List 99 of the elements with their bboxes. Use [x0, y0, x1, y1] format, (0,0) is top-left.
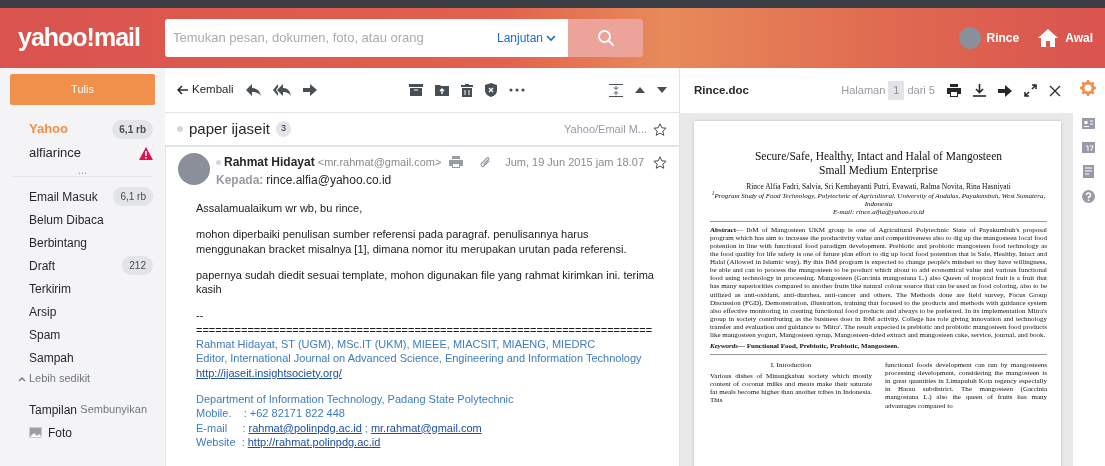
back-button[interactable]: Kembali	[177, 84, 234, 96]
message-date: Jum, 19 Jun 2015 jam 18.07	[505, 154, 644, 170]
signature-link[interactable]: rahmat@polinpdg.ac.id	[248, 420, 362, 435]
left-arrow-icon	[177, 85, 189, 95]
views-heading: Tampilan	[29, 401, 78, 419]
calendar-icon[interactable]	[1081, 141, 1095, 153]
avatar-photo	[178, 153, 210, 185]
view-item[interactable]: Foto	[0, 421, 165, 444]
home-link[interactable]: Awal	[1037, 28, 1093, 48]
notepad-icon[interactable]	[1082, 165, 1094, 178]
shield-icon[interactable]	[485, 83, 497, 97]
folder-item[interactable]: Draft 212	[0, 254, 165, 277]
hide-views-button[interactable]: Sembunyikan	[80, 404, 147, 415]
folder-item[interactable]: Email Masuk 6,1 rb	[0, 185, 165, 208]
page-label: Halaman	[841, 83, 886, 99]
body-paragraph: papernya sudah diedit sesuai template, mohon digunakan file yang rahmat kirimkan ini. terima kasih	[196, 267, 655, 297]
signature-text: Editor, International Journal on Advanced Science, Engineering and Information Technology	[196, 351, 642, 366]
folder-item[interactable]: Sampah	[0, 346, 165, 369]
body-paragraph: mohon diperbaiki penulisan sumber referensi pada paragraf. penulisannya harus menggunakan bracket misalnya [1], dimana nomor itu merupakan urutan pada referensi.	[196, 227, 628, 256]
folder-name: Belum Dibaca	[29, 211, 104, 229]
contact-card-icon[interactable]	[1081, 118, 1095, 129]
sender-email: <mr.rahmat@gmail.com>	[317, 154, 442, 170]
dot-icon	[216, 159, 221, 165]
sender-name: Rahmat Hidayat	[224, 154, 315, 171]
folder-name: Arsip	[29, 303, 57, 321]
forward-icon[interactable]	[302, 84, 317, 96]
message-count: 3	[275, 121, 291, 137]
collapse-icon[interactable]	[609, 83, 623, 97]
recipient-email: rince.alfia@yahoo.co.id	[266, 172, 392, 189]
file-name: Rince.doc	[694, 82, 749, 98]
print-icon[interactable]	[947, 84, 961, 97]
paperclip-icon[interactable]	[479, 156, 492, 168]
chevron-up-icon	[18, 375, 26, 382]
logo[interactable]: yahoo!mail	[0, 19, 165, 57]
user-menu[interactable]: Rince	[958, 27, 1020, 49]
expand-icon[interactable]	[1024, 84, 1037, 97]
reply-all-icon[interactable]	[272, 84, 291, 96]
help-icon[interactable]	[1081, 190, 1095, 203]
account-item[interactable]: Yahoo 6,1 rb	[0, 117, 165, 141]
folder-name: Email Masuk	[29, 188, 98, 206]
page-total: dari 5	[907, 83, 935, 99]
signature-text: --	[196, 308, 204, 323]
folder-item[interactable]: Berbintang	[0, 231, 165, 254]
body-paragraph: Assalamualaikum wr wb, bu rince,	[196, 201, 364, 216]
signature-link[interactable]: http://rahmat.polinpdg.ac.id	[247, 434, 381, 450]
home-icon	[1037, 28, 1060, 48]
reply-icon[interactable]	[245, 84, 261, 96]
folder-item[interactable]: Belum Dibaca	[0, 208, 165, 231]
signature-link[interactable]: http://ijaseit.insightsociety.org/	[196, 365, 342, 380]
folder-name: Draft	[29, 257, 55, 275]
chevron-down-icon	[546, 34, 556, 42]
advanced-search-button[interactable]: Lanjutan	[490, 28, 562, 48]
down-arrow-icon[interactable]	[657, 87, 667, 93]
download-icon[interactable]	[973, 84, 986, 97]
thread-subject: paper ijaseit	[189, 118, 270, 139]
folder-item[interactable]: Spam	[0, 323, 165, 346]
move-folder-icon[interactable]	[435, 84, 449, 96]
star-button[interactable]	[653, 155, 667, 169]
folder-label: Yahoo/Email M...	[564, 121, 647, 137]
signature-text: =======================================================================	[196, 322, 653, 338]
search-field[interactable]: Temukan pesan, dokumen, foto, atau orang Lanjutan	[165, 19, 568, 57]
account-name: alfiarince	[29, 144, 82, 163]
photo-icon	[29, 427, 42, 438]
folder-name: Sampah	[29, 349, 74, 367]
folder-name: Terkirim	[29, 280, 71, 298]
account-item[interactable]: alfiarince	[0, 141, 165, 165]
signature-text: E-mail :	[196, 420, 246, 435]
user-avatar	[958, 27, 981, 49]
signature-link[interactable]: mr.rahmat@gmail.com	[370, 420, 482, 435]
account-name: Yahoo	[29, 120, 68, 139]
signature-text: Mobile. : +62 82171 822 448	[196, 406, 345, 421]
document-title: Secure/Safe, Healthy, Intact and Halal of Mangosteen	[753, 149, 1004, 164]
more-icon[interactable]	[509, 88, 525, 92]
less-toggle[interactable]: Lebih sedikit	[18, 373, 165, 384]
signature-text: Department of Information Technology, Padang State Polytechnic	[196, 391, 514, 407]
unread-count: 6,1 rb	[112, 119, 153, 139]
signature-text: ;	[364, 420, 368, 435]
folder-count: 212	[122, 256, 153, 275]
search-icon	[596, 29, 615, 47]
folder-name: Berbintang	[29, 234, 88, 252]
folder-item[interactable]: Arsip	[0, 300, 165, 323]
document-title: Small Medium Enterprise	[818, 163, 939, 178]
folder-count: 6,1 rb	[113, 187, 153, 206]
home-label: Awal	[1065, 30, 1093, 47]
user-name: Rince	[986, 30, 1020, 47]
folder-name: Spam	[29, 326, 61, 344]
up-arrow-icon[interactable]	[635, 87, 645, 93]
view-label: Foto	[48, 424, 72, 442]
signature-text: Rahmat Hidayat, ST (UGM), MSc.IT (UKM), MIEEE, MIACSIT, MIAENG, MIEDRC	[196, 337, 596, 352]
star-button[interactable]	[653, 122, 667, 136]
forward-icon[interactable]	[998, 84, 1012, 97]
folder-item[interactable]: Terkirim	[0, 277, 165, 300]
archive-icon[interactable]	[409, 84, 423, 96]
recipient-label: Kepada:	[216, 172, 264, 189]
signature-text: Website :	[196, 434, 245, 450]
delete-icon[interactable]	[461, 83, 473, 97]
warning-icon	[139, 146, 153, 160]
dot-icon	[177, 126, 183, 132]
close-icon[interactable]	[1049, 84, 1061, 97]
